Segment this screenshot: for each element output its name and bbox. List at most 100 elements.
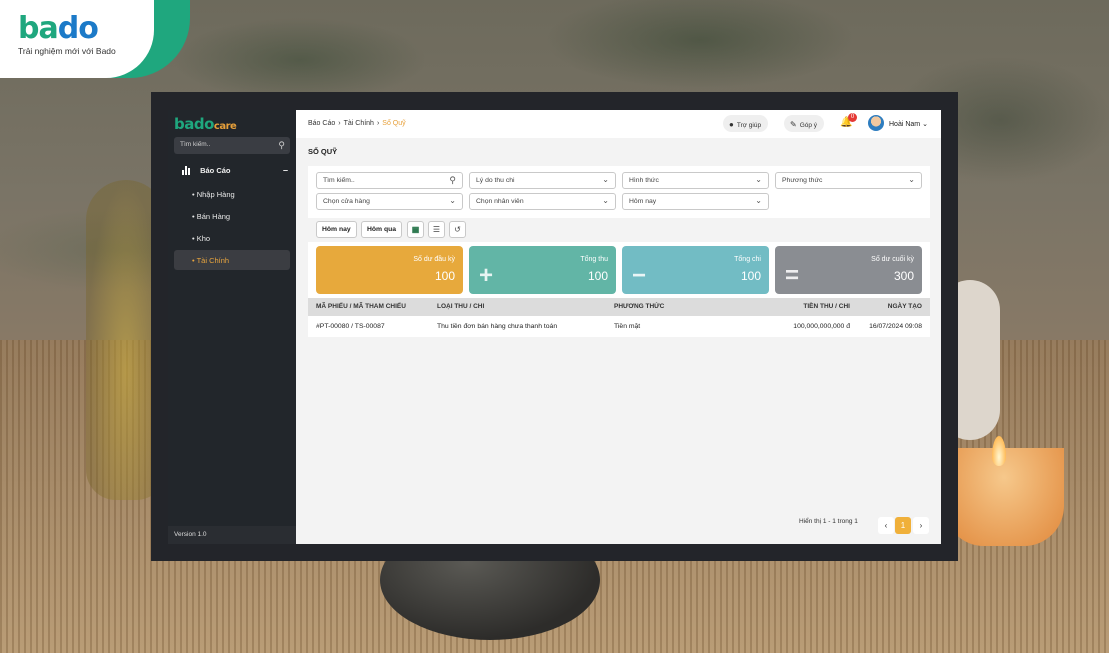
card-value: 100 (740, 269, 761, 283)
cell-method: Tiền mặt (614, 323, 641, 330)
card-value: 100 (587, 269, 608, 283)
card-label: Tổng thu (580, 256, 608, 263)
search-icon: ⚲ (449, 175, 456, 185)
chevron-down-icon: ⌄ (602, 175, 609, 184)
refresh-icon[interactable]: ↺ (449, 221, 466, 238)
prev-page-icon[interactable]: ‹ (878, 517, 894, 534)
form-select-value: Hình thức (629, 177, 659, 184)
card-closing-balance: = Số dư cuối kỳ 300 (775, 246, 922, 294)
card-label: Tổng chi (734, 256, 761, 263)
sidebar-item-tai-chinh[interactable]: • Tài Chính (174, 250, 290, 270)
today-button[interactable]: Hôm nay (316, 221, 357, 238)
breadcrumb-item-tai-chinh[interactable]: Tài Chính (344, 120, 374, 127)
card-label: Số dư đầu kỳ (413, 256, 455, 263)
cell-type: Thu tiền đơn bán hàng chưa thanh toán (437, 323, 558, 330)
sidebar-item-label: Bán Hàng (196, 212, 231, 221)
user-menu[interactable]: Hoài Nam ⌄ (889, 120, 928, 128)
sidebar-item-label: Kho (196, 234, 211, 243)
search-input[interactable]: Tìm kiếm.. ⚲ (316, 172, 463, 189)
filter-icon[interactable]: ☰ (428, 221, 445, 238)
column-header-created[interactable]: NGÀY TẠO (888, 303, 922, 310)
notification-badge: 0 (848, 113, 857, 122)
search-icon: ⚲ (278, 140, 285, 150)
sidebar-item-label: Nhập Hàng (196, 190, 235, 199)
column-header-code[interactable]: MÃ PHIẾU / MÃ THAM CHIẾU (316, 303, 406, 310)
brand-tagline: Trải nghiệm mới với Bado (18, 46, 116, 56)
chevron-down-icon: ⌄ (908, 175, 915, 184)
staff-select-value: Chọn nhân viên (476, 198, 524, 205)
staff-select[interactable]: Chọn nhân viên ⌄ (469, 193, 616, 210)
method-select-value: Phương thức (782, 177, 823, 184)
cashbook-table: MÃ PHIẾU / MÃ THAM CHIẾU LOẠI THU / CHI … (308, 298, 930, 337)
brand-badge: bado Trải nghiệm mới với Bado (0, 0, 190, 78)
search-placeholder: Tìm kiếm.. (323, 177, 355, 184)
form-select[interactable]: Hình thức ⌄ (622, 172, 769, 189)
chevron-down-icon: ⌄ (755, 175, 762, 184)
card-value: 300 (893, 269, 914, 283)
cell-code[interactable]: #PT-00080 / TS-00087 (316, 323, 385, 330)
table-header: MÃ PHIẾU / MÃ THAM CHIẾU LOẠI THU / CHI … (308, 298, 930, 316)
quick-actions: Hôm nay Hôm qua ▦ ☰ ↺ (308, 218, 930, 242)
chevron-down-icon: ⌄ (449, 196, 456, 205)
sidebar-item-kho[interactable]: • Kho (174, 228, 290, 248)
collapse-icon[interactable]: – (283, 165, 288, 175)
store-select-value: Chọn cửa hàng (323, 198, 370, 205)
page-button-current[interactable]: 1 (895, 517, 911, 534)
summary-cards: Số dư đầu kỳ 100 + Tổng thu 100 − Tổng c… (308, 242, 930, 298)
feedback-label: Góp ý (799, 122, 818, 129)
column-header-type[interactable]: LOẠI THU / CHI (437, 303, 484, 310)
sidebar-item-label: Tài Chính (196, 256, 230, 265)
breadcrumb-item-bao-cao[interactable]: Báo Cáo (308, 120, 335, 127)
sidebar-search-input[interactable]: Tìm kiếm.. ⚲ (174, 137, 290, 154)
card-total-expense: − Tổng chi 100 (622, 246, 769, 294)
bado-logo: bado (18, 14, 154, 44)
reason-select[interactable]: Lý do thu chi ⌄ (469, 172, 616, 189)
sidebar-logo[interactable]: badocare (174, 115, 237, 133)
sidebar-item-ban-hang[interactable]: • Bán Hàng (174, 206, 290, 226)
help-label: Trợ giúp (736, 122, 762, 129)
sidebar: badocare Tìm kiếm.. ⚲ Báo Cáo – • Nhập H… (168, 110, 296, 544)
sidebar-group-label: Báo Cáo (200, 166, 231, 175)
column-header-method[interactable]: PHƯƠNG THỨC (614, 303, 664, 310)
help-icon: ● (729, 120, 734, 129)
chevron-down-icon: ⌄ (755, 196, 762, 205)
main-content: Báo Cáo › Tài Chính › Sổ Quỹ ● Trợ giúp ✎ Góp … (296, 110, 941, 544)
version-label: Version 1.0 (168, 526, 296, 544)
logo-text-ba: ba (18, 11, 59, 46)
store-select[interactable]: Chọn cửa hàng ⌄ (316, 193, 463, 210)
card-value: 100 (434, 269, 455, 283)
card-total-income: + Tổng thu 100 (469, 246, 616, 294)
breadcrumb-item-current: Sổ Quỹ (382, 120, 406, 127)
sidebar-search-placeholder: Tìm kiếm.. (180, 141, 211, 148)
feedback-button[interactable]: ✎ Góp ý (784, 115, 825, 132)
pen-icon: ✎ (790, 120, 797, 129)
column-header-amount[interactable]: TIỀN THU / CHI (803, 303, 850, 310)
method-select[interactable]: Phương thức ⌄ (775, 172, 922, 189)
yesterday-button[interactable]: Hôm qua (361, 221, 403, 238)
page-title: SỔ QUỸ (308, 147, 338, 156)
help-button[interactable]: ● Trợ giúp (723, 115, 769, 132)
sidebar-logo-bado: bado (174, 115, 214, 133)
table-row[interactable]: #PT-00080 / TS-00087 Thu tiền đơn bán hà… (308, 316, 930, 337)
user-name: Hoài Nam (889, 121, 921, 128)
chevron-down-icon: ⌄ (602, 196, 609, 205)
filter-panel: Tìm kiếm.. ⚲ Lý do thu chi ⌄ Hình thức ⌄… (308, 166, 930, 218)
minus-icon: − (632, 262, 647, 289)
top-bar: Báo Cáo › Tài Chính › Sổ Quỹ ● Trợ giúp ✎ Góp … (296, 110, 941, 138)
avatar[interactable] (868, 115, 884, 131)
reason-select-value: Lý do thu chi (476, 177, 515, 184)
excel-export-icon[interactable]: ▦ (407, 221, 424, 238)
next-page-icon[interactable]: › (913, 517, 929, 534)
card-opening-balance: Số dư đầu kỳ 100 (316, 246, 463, 294)
date-select[interactable]: Hôm nay ⌄ (622, 193, 769, 210)
pagination-summary: Hiển thị 1 - 1 trong 1 (799, 518, 858, 525)
logo-text-do: do (57, 11, 99, 46)
plus-icon: + (479, 262, 494, 289)
chevron-down-icon: ⌄ (922, 121, 928, 128)
cell-amount: 100,000,000,000 đ (793, 323, 850, 330)
cell-created: 16/07/2024 09:08 (869, 323, 922, 330)
sidebar-item-nhap-hang[interactable]: • Nhập Hàng (174, 184, 290, 204)
breadcrumb: Báo Cáo › Tài Chính › Sổ Quỹ (308, 120, 406, 127)
card-label: Số dư cuối kỳ (871, 256, 914, 263)
sidebar-group-bao-cao[interactable]: Báo Cáo – (182, 165, 288, 180)
